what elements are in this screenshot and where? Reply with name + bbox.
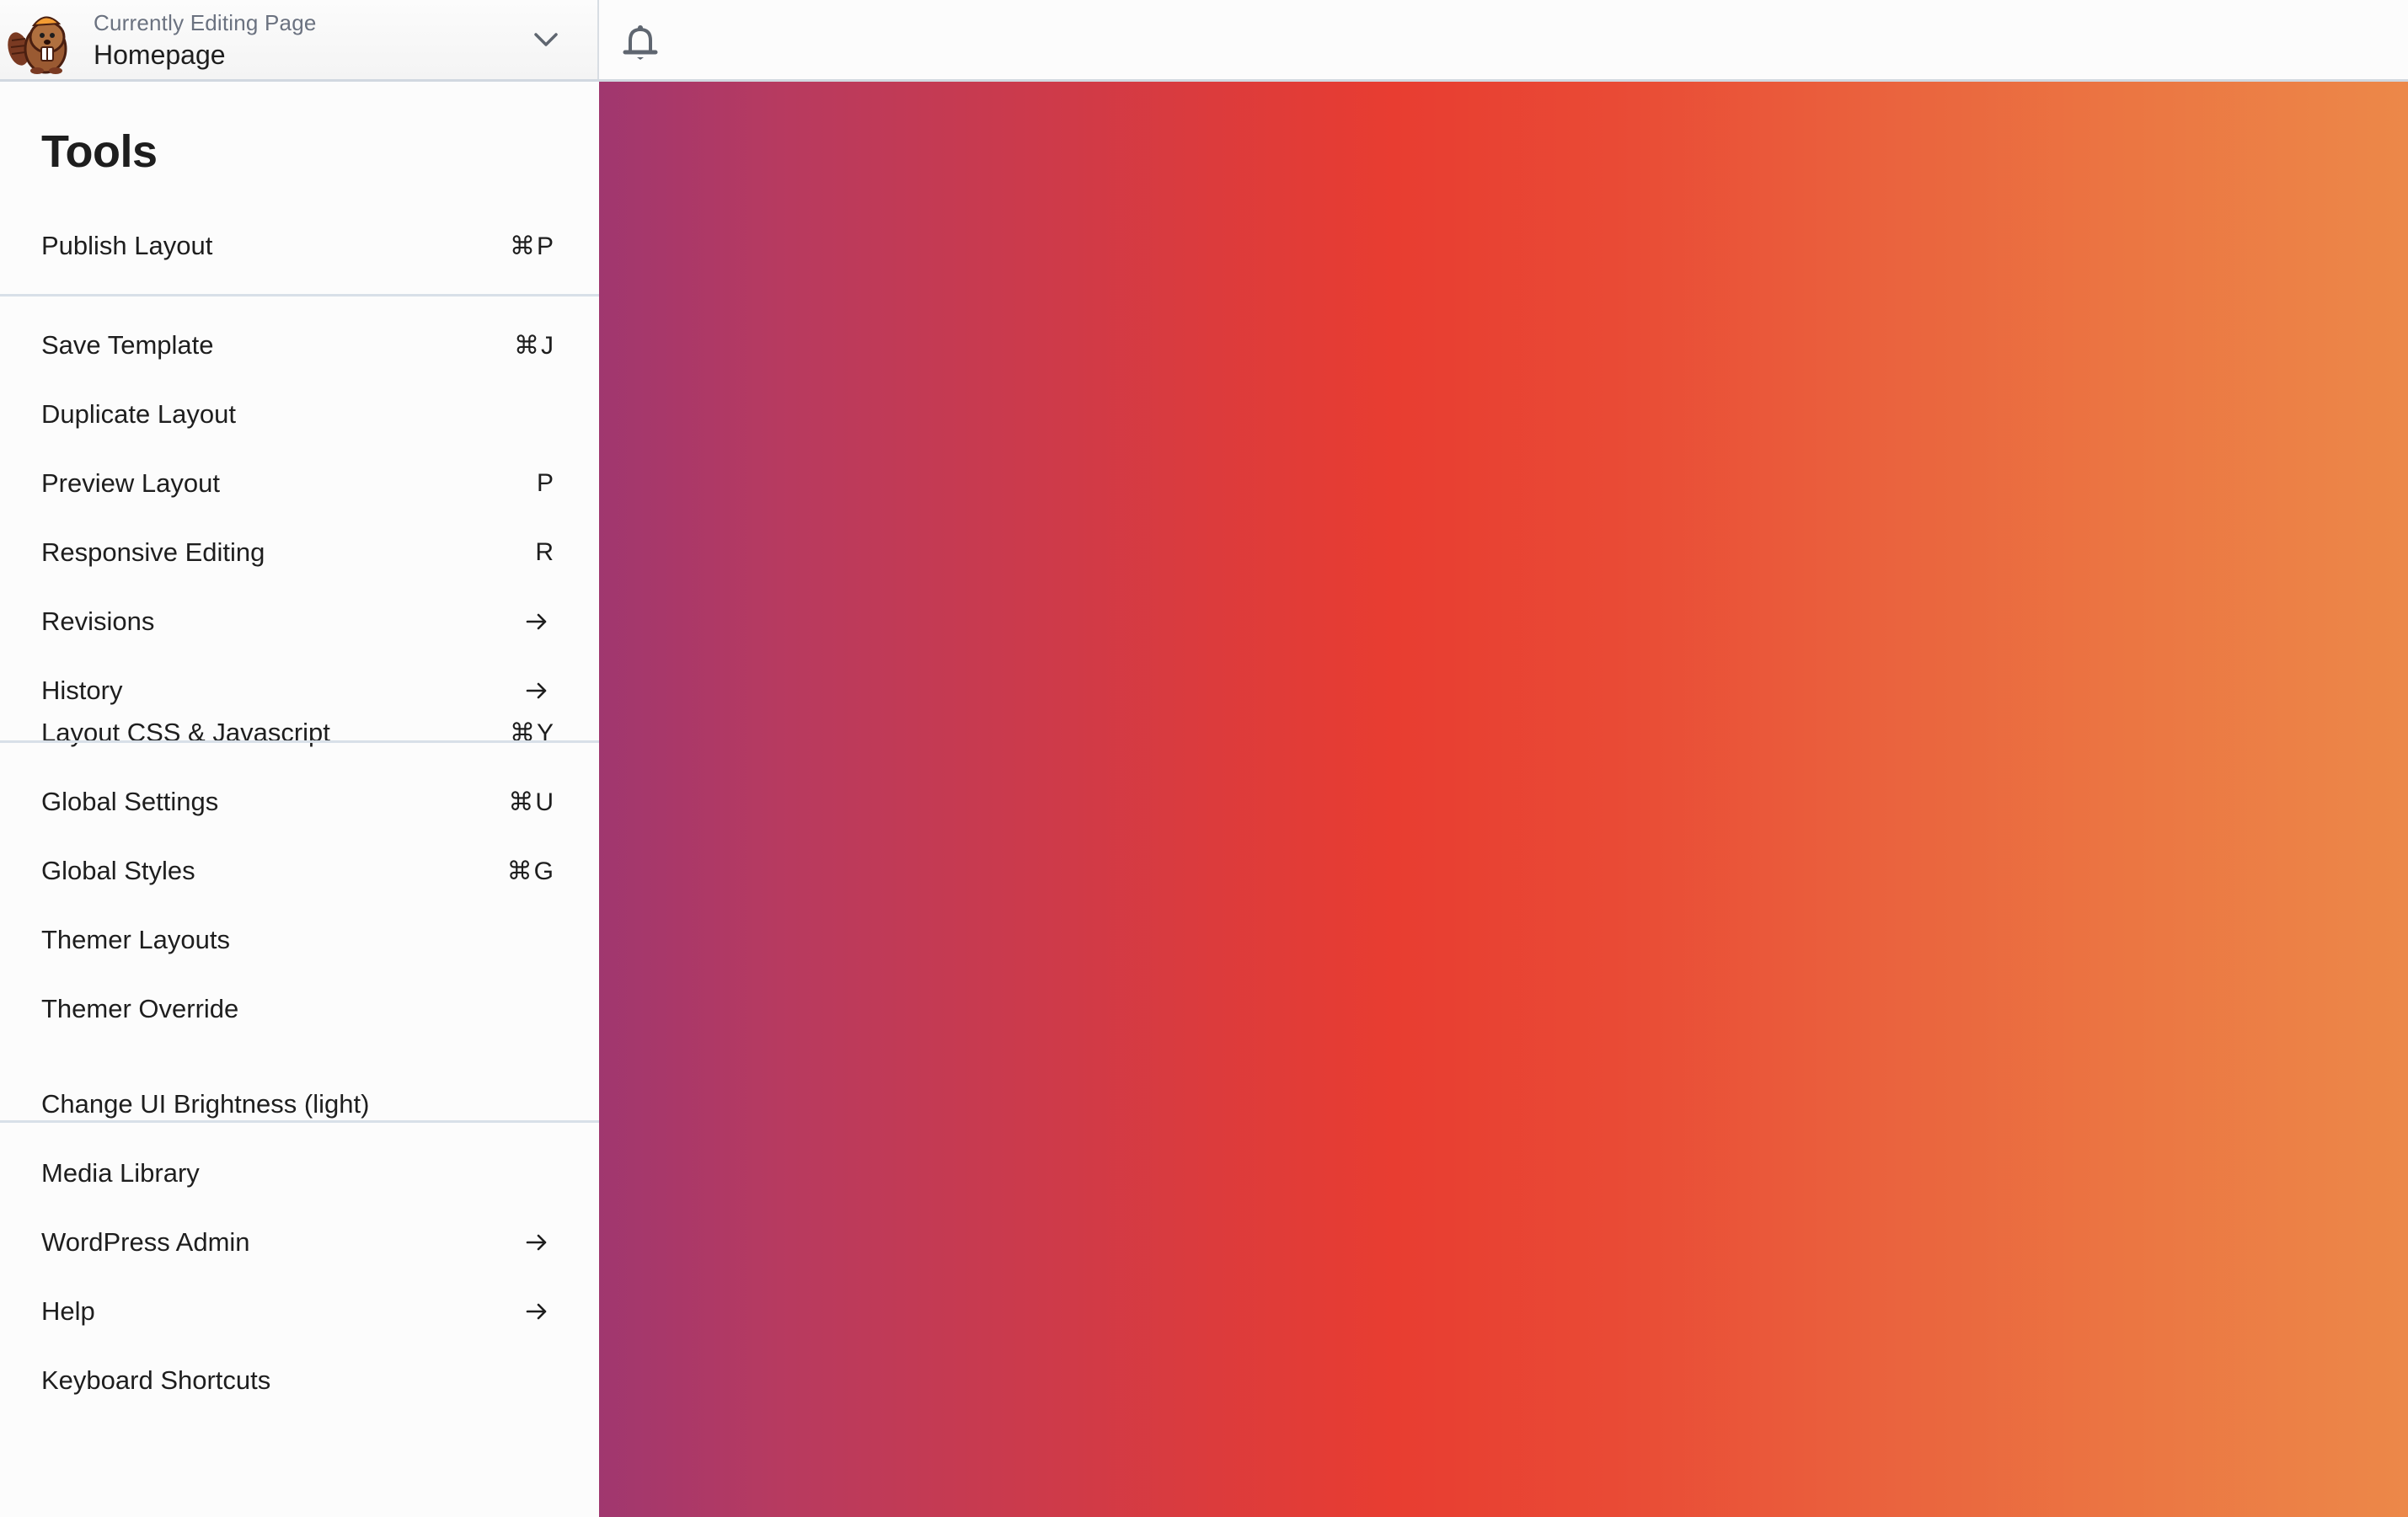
keyboard-shortcut: ⌘P — [509, 232, 555, 260]
tools-panel: Tools Publish Layout ⌘P Save Template ⌘J Dup… — [0, 82, 599, 1517]
page-switcher-button[interactable]: Currently Editing Page Homepage — [0, 0, 599, 79]
arrow-right-icon — [526, 1303, 547, 1320]
arrow-right-icon — [526, 682, 547, 699]
menu-item-help[interactable]: Help — [0, 1277, 599, 1346]
menu-item-label: WordPress Admin — [41, 1227, 250, 1257]
editing-label: Currently Editing Page — [94, 10, 317, 35]
keyboard-shortcut: R — [535, 538, 555, 566]
menu-item-duplicate-layout[interactable]: Duplicate Layout — [0, 380, 599, 449]
beaver-mascot-icon — [8, 16, 67, 74]
top-bar: Currently Editing Page Homepage — [0, 0, 2408, 82]
menu-item-label: Keyboard Shortcuts — [41, 1365, 271, 1395]
menu-item-publish-layout[interactable]: Publish Layout ⌘P — [0, 211, 599, 280]
keyboard-shortcut: ⌘U — [508, 788, 555, 816]
menu-item-label: Revisions — [41, 606, 155, 636]
menu-item-themer-layouts[interactable]: Themer Layouts — [0, 905, 599, 975]
menu-item-wordpress-admin[interactable]: WordPress Admin — [0, 1208, 599, 1277]
menu-item-label: Save Template — [41, 330, 214, 360]
menu-divider — [0, 294, 599, 296]
menu-item-label: Layout CSS & Javascript — [41, 718, 330, 747]
menu-item-layout-css-javascript[interactable]: Layout CSS & Javascript ⌘Y — [0, 698, 599, 767]
tools-heading: Tools — [41, 126, 158, 177]
menu-item-save-template[interactable]: Save Template ⌘J — [0, 311, 599, 380]
keyboard-shortcut: ⌘Y — [509, 718, 555, 747]
menu-item-keyboard-shortcuts[interactable]: Keyboard Shortcuts — [0, 1346, 599, 1415]
arrow-right-icon — [526, 1234, 547, 1251]
menu-divider — [0, 740, 599, 743]
menu-item-label: Change UI Brightness (light) — [41, 1089, 370, 1119]
menu-item-responsive-editing[interactable]: Responsive Editing R — [0, 518, 599, 587]
menu-item-label: Duplicate Layout — [41, 399, 236, 429]
layout-canvas[interactable] — [599, 82, 2408, 1517]
bell-icon — [623, 25, 658, 60]
keyboard-shortcut: P — [536, 469, 555, 497]
menu-item-label: Media Library — [41, 1158, 200, 1188]
keyboard-shortcut: ⌘J — [514, 331, 555, 360]
menu-item-change-ui-brightness-light[interactable]: Change UI Brightness (light) — [0, 1070, 599, 1139]
menu-divider — [0, 1120, 599, 1123]
keyboard-shortcut: ⌘G — [506, 857, 555, 885]
menu-item-global-settings[interactable]: Global Settings ⌘U — [0, 767, 599, 836]
menu-item-media-library[interactable]: Media Library — [0, 1139, 599, 1208]
menu-item-revisions[interactable]: Revisions — [0, 587, 599, 656]
menu-item-label: Preview Layout — [41, 468, 220, 498]
menu-item-label: Responsive Editing — [41, 537, 265, 567]
menu-item-preview-layout[interactable]: Preview Layout P — [0, 449, 599, 518]
menu-item-label: Help — [41, 1296, 95, 1326]
menu-item-label: Publish Layout — [41, 231, 213, 260]
arrow-right-icon — [526, 613, 547, 630]
menu-item-label: Themer Override — [41, 994, 239, 1023]
chevron-down-icon — [534, 33, 558, 46]
current-page-title: Homepage — [94, 40, 226, 70]
menu-item-label: Themer Layouts — [41, 925, 230, 954]
menu-item-label: Global Settings — [41, 787, 219, 816]
menu-item-global-styles[interactable]: Global Styles ⌘G — [0, 836, 599, 905]
menu-item-themer-override[interactable]: Themer Override — [0, 975, 599, 1044]
menu-item-label: Global Styles — [41, 856, 195, 885]
notifications-button[interactable] — [618, 20, 663, 66]
